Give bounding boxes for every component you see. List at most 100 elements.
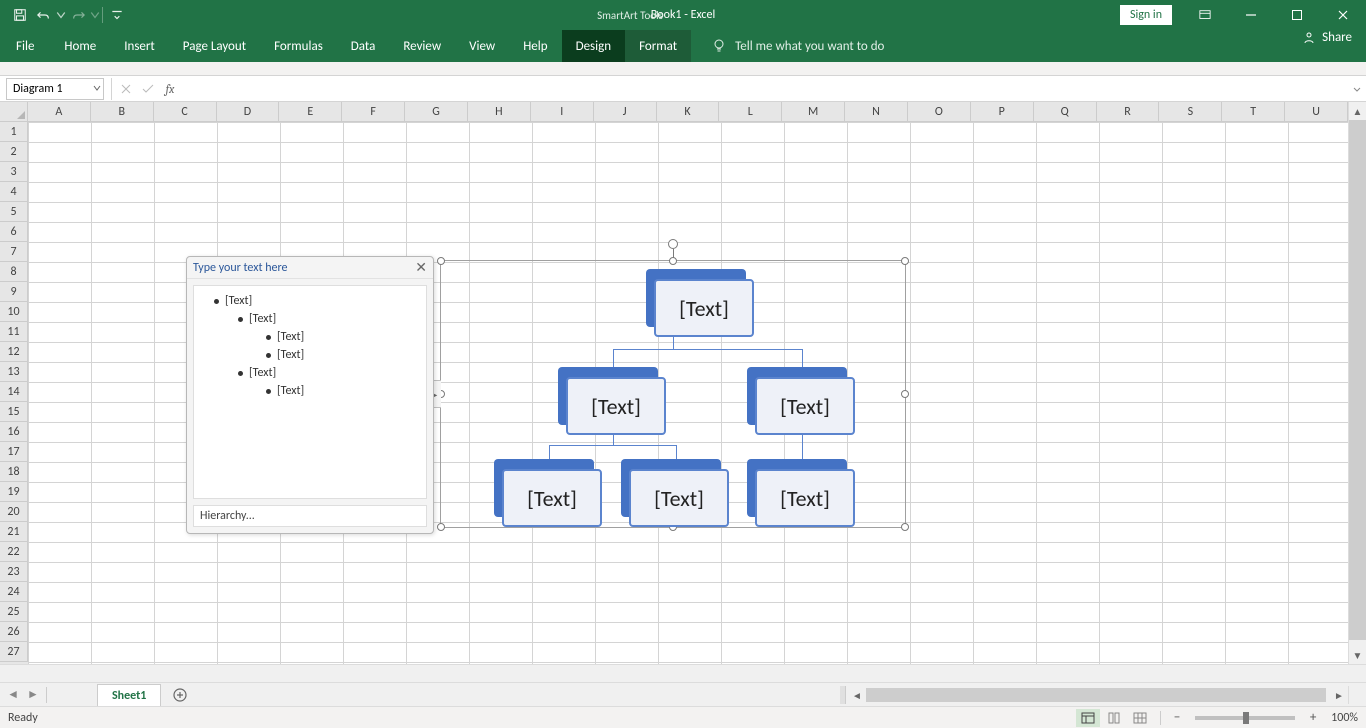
smartart-object-frame[interactable]: ▶ [Text] [Text] [Text] [Text] [Te	[440, 260, 906, 528]
row-header[interactable]: 13	[0, 362, 28, 382]
insert-function-icon[interactable]: fx	[159, 82, 181, 96]
text-pane-item[interactable]: [Text]	[198, 328, 422, 346]
item-text[interactable]: [Text]	[277, 384, 304, 398]
expand-formula-bar-icon[interactable]	[1348, 84, 1366, 94]
zoom-slider[interactable]	[1195, 716, 1295, 720]
tab-help[interactable]: Help	[509, 30, 561, 62]
row-header[interactable]: 17	[0, 442, 28, 462]
column-header[interactable]: P	[971, 102, 1034, 122]
item-text[interactable]: [Text]	[249, 366, 276, 380]
resize-handle[interactable]	[437, 523, 445, 531]
name-box-dropdown-icon[interactable]	[93, 82, 101, 96]
tab-page-layout[interactable]: Page Layout	[169, 30, 260, 62]
hierarchy-node[interactable]: [Text]	[747, 459, 847, 517]
rotation-handle[interactable]	[668, 239, 678, 249]
row-header[interactable]: 22	[0, 542, 28, 562]
row-header[interactable]: 10	[0, 302, 28, 322]
zoom-out-icon[interactable]: −	[1169, 710, 1185, 725]
node-text[interactable]: [Text]	[629, 469, 729, 527]
text-pane-item[interactable]: [Text]	[198, 382, 422, 400]
select-all-button[interactable]	[0, 102, 28, 122]
hierarchy-node-root[interactable]: [Text]	[646, 269, 746, 327]
resize-handle[interactable]	[669, 257, 677, 265]
node-text[interactable]: [Text]	[755, 377, 855, 435]
scroll-down-icon[interactable]: ▼	[1349, 646, 1366, 664]
resize-handle[interactable]	[437, 257, 445, 265]
hscroll-thumb[interactable]	[866, 688, 1326, 702]
zoom-in-icon[interactable]: +	[1305, 710, 1321, 725]
tab-view[interactable]: View	[455, 30, 509, 62]
row-header[interactable]: 5	[0, 202, 28, 222]
column-header[interactable]: T	[1222, 102, 1285, 122]
zoom-level[interactable]: 100%	[1331, 711, 1358, 725]
column-header[interactable]: U	[1285, 102, 1348, 122]
tab-data[interactable]: Data	[337, 30, 390, 62]
zoom-slider-thumb[interactable]	[1243, 712, 1249, 724]
new-sheet-button[interactable]	[167, 688, 193, 702]
item-text[interactable]: [Text]	[277, 348, 304, 362]
sheet-nav-arrows[interactable]: ◄ ►	[0, 687, 46, 702]
row-header[interactable]: 2	[0, 142, 28, 162]
formula-input[interactable]	[181, 78, 1348, 100]
text-pane-item[interactable]: [Text]	[198, 346, 422, 364]
close-icon[interactable]: ✕	[415, 259, 427, 276]
redo-dropdown-icon[interactable]	[90, 3, 100, 27]
row-header[interactable]: 1	[0, 122, 28, 142]
row-header[interactable]: 8	[0, 262, 28, 282]
save-icon[interactable]	[8, 3, 32, 27]
row-header[interactable]: 24	[0, 582, 28, 602]
column-header[interactable]: D	[217, 102, 280, 122]
hierarchy-node[interactable]: [Text]	[494, 459, 594, 517]
maximize-icon[interactable]	[1274, 0, 1320, 30]
text-pane-body[interactable]: [Text] [Text] [Text] [Text] [Text] [Text…	[193, 285, 427, 499]
column-header[interactable]: M	[782, 102, 845, 122]
resize-handle[interactable]	[901, 390, 909, 398]
page-break-view-icon[interactable]	[1128, 709, 1152, 727]
column-header[interactable]: N	[845, 102, 908, 122]
qat-customize-icon[interactable]	[105, 3, 129, 27]
row-header[interactable]: 7	[0, 242, 28, 262]
sheet-tab-active[interactable]: Sheet1	[97, 684, 161, 708]
column-header[interactable]: O	[908, 102, 971, 122]
scroll-up-icon[interactable]: ▲	[1349, 102, 1366, 120]
tab-formulas[interactable]: Formulas	[260, 30, 337, 62]
prev-sheet-icon[interactable]: ◄	[7, 687, 19, 702]
item-text[interactable]: [Text]	[249, 312, 276, 326]
column-header[interactable]: K	[657, 102, 720, 122]
redo-icon[interactable]	[66, 3, 90, 27]
close-icon[interactable]	[1320, 0, 1366, 30]
row-header[interactable]: 25	[0, 602, 28, 622]
item-text[interactable]: [Text]	[277, 330, 304, 344]
smartart-text-pane[interactable]: Type your text here ✕ [Text] [Text] [Tex…	[186, 256, 434, 534]
normal-view-icon[interactable]	[1076, 709, 1100, 727]
next-sheet-icon[interactable]: ►	[27, 687, 39, 702]
column-header[interactable]: B	[91, 102, 154, 122]
scroll-left-icon[interactable]: ◄	[848, 689, 866, 702]
hierarchy-node[interactable]: [Text]	[747, 367, 847, 425]
name-box[interactable]: Diagram 1	[6, 78, 104, 100]
hierarchy-node[interactable]: [Text]	[621, 459, 721, 517]
row-header[interactable]: 23	[0, 562, 28, 582]
column-header[interactable]: R	[1097, 102, 1160, 122]
row-header[interactable]: 15	[0, 402, 28, 422]
row-header[interactable]: 21	[0, 522, 28, 542]
row-header[interactable]: 3	[0, 162, 28, 182]
node-text[interactable]: [Text]	[755, 469, 855, 527]
hierarchy-node[interactable]: [Text]	[558, 367, 658, 425]
row-header[interactable]: 20	[0, 502, 28, 522]
text-pane-item[interactable]: [Text]	[198, 292, 422, 310]
tab-design[interactable]: Design	[562, 30, 625, 62]
minimize-icon[interactable]	[1228, 0, 1274, 30]
scroll-right-icon[interactable]: ►	[1330, 689, 1348, 702]
column-header[interactable]: I	[531, 102, 594, 122]
row-header[interactable]: 26	[0, 622, 28, 642]
text-pane-item[interactable]: [Text]	[198, 364, 422, 382]
column-header[interactable]: E	[279, 102, 342, 122]
row-header[interactable]: 4	[0, 182, 28, 202]
ribbon-display-options-icon[interactable]	[1182, 0, 1228, 30]
sign-in-button[interactable]: Sign in	[1120, 5, 1172, 25]
column-header[interactable]: G	[405, 102, 468, 122]
hscroll-track[interactable]	[866, 688, 1330, 702]
column-header[interactable]: A	[28, 102, 91, 122]
cancel-formula-icon[interactable]	[115, 78, 137, 100]
